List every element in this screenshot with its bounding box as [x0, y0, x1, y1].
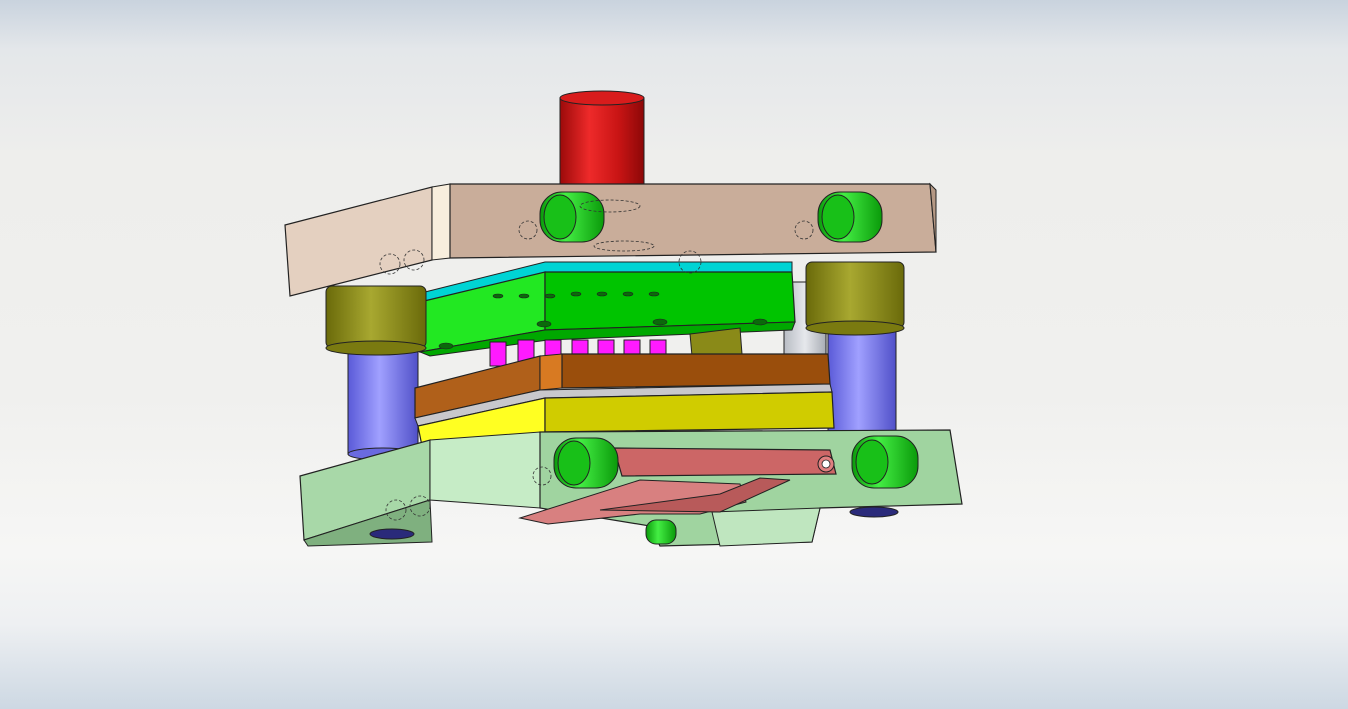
right-guide-pin	[827, 321, 897, 435]
screw-cap-under	[645, 519, 677, 545]
screw-cap-bottom-left	[553, 437, 619, 489]
screw-cap-bottom-right	[851, 435, 919, 489]
screw-cap-top-right	[817, 191, 883, 243]
screw-cap-top-left	[539, 191, 605, 243]
die-assembly-model	[284, 90, 963, 547]
right-guide-bushing	[805, 261, 905, 336]
left-guide-bushing	[325, 285, 427, 356]
cad-viewport[interactable]	[0, 0, 1348, 709]
shank	[559, 90, 645, 191]
left-guide-pin	[347, 345, 419, 461]
strip-screw	[817, 455, 835, 473]
